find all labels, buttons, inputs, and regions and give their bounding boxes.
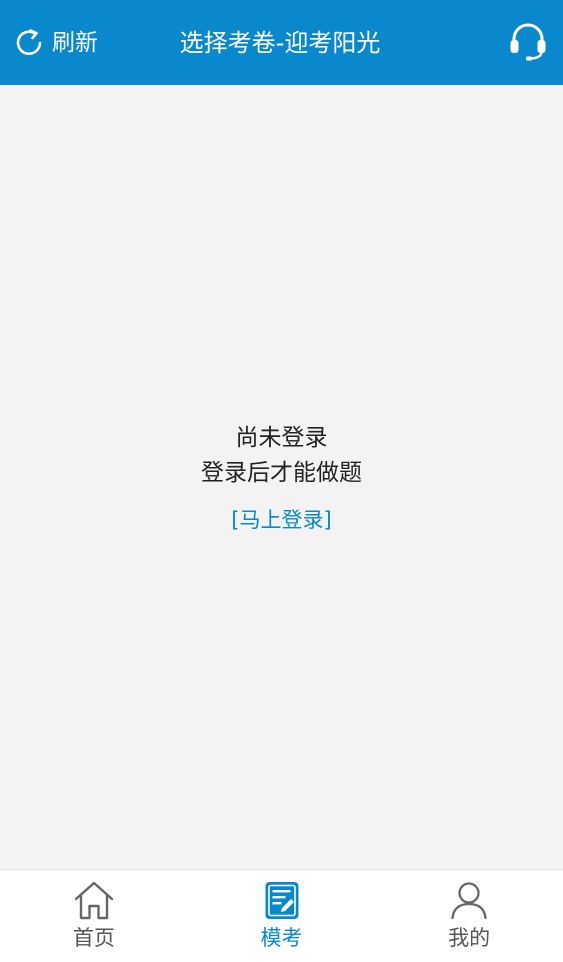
not-logged-in-text: 尚未登录 bbox=[235, 425, 328, 451]
nav-item-exam[interactable]: 模考 bbox=[188, 870, 376, 962]
login-required-text: 登录后才能做题 bbox=[201, 460, 362, 486]
bottom-nav: 首页 模考 我的 bbox=[0, 869, 563, 962]
nav-label-exam: 模考 bbox=[260, 926, 303, 950]
main-content: 尚未登录 登录后才能做题 [马上登录] bbox=[0, 85, 563, 869]
refresh-icon bbox=[14, 28, 44, 58]
user-icon bbox=[447, 880, 491, 922]
login-now-link[interactable]: [马上登录] bbox=[231, 505, 331, 535]
headset-icon bbox=[507, 23, 549, 66]
refresh-label: 刷新 bbox=[52, 30, 98, 56]
page-title: 选择考卷-迎考阳光 bbox=[179, 29, 381, 57]
exam-icon bbox=[260, 880, 304, 922]
customer-service-button[interactable] bbox=[507, 20, 549, 62]
nav-label-home: 首页 bbox=[72, 926, 115, 950]
login-notice: 尚未登录 登录后才能做题 [马上登录] bbox=[0, 421, 563, 535]
nav-item-home[interactable]: 首页 bbox=[0, 870, 188, 962]
refresh-button[interactable]: 刷新 bbox=[14, 24, 98, 62]
header-bar: 刷新 选择考卷-迎考阳光 bbox=[0, 0, 563, 85]
app-screen: 刷新 选择考卷-迎考阳光 尚未登录 登录后才能做题 [马上登录] 首页 模考 我… bbox=[0, 0, 563, 962]
home-icon bbox=[72, 880, 116, 922]
nav-label-mine: 我的 bbox=[448, 926, 491, 950]
nav-item-mine[interactable]: 我的 bbox=[375, 870, 563, 962]
